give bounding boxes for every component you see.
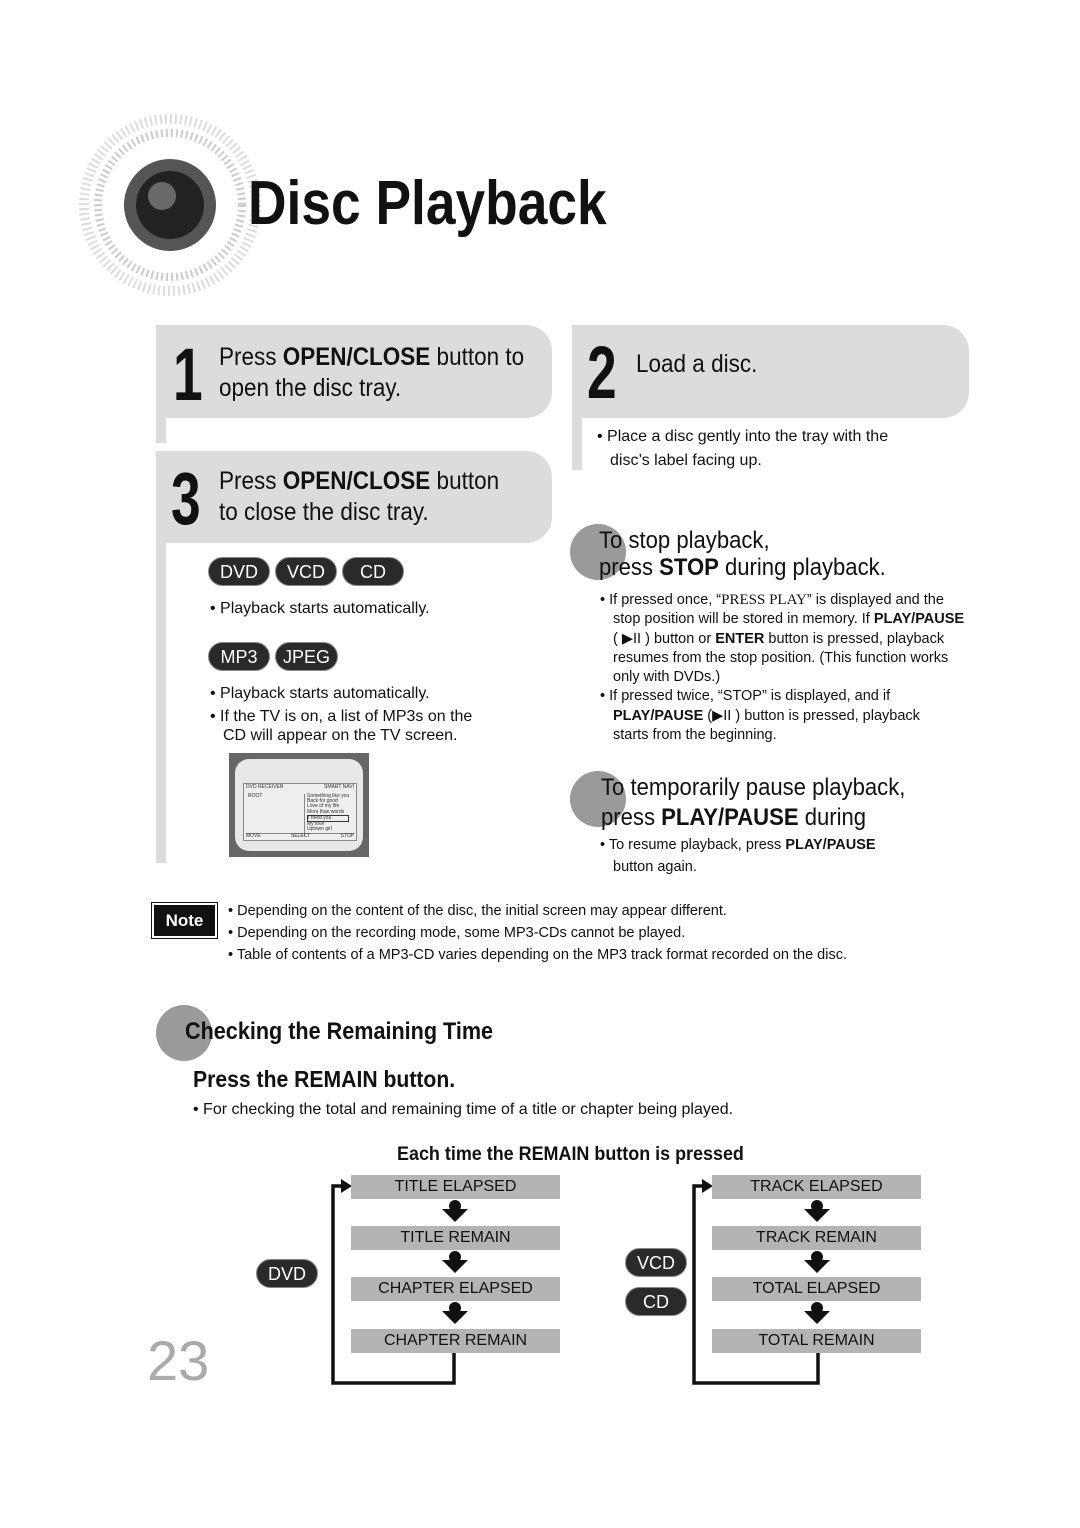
flow-box: TITLE REMAIN xyxy=(351,1226,560,1250)
page-number: 23 xyxy=(147,1329,210,1392)
flow-box: CHAPTER REMAIN xyxy=(351,1329,560,1353)
down-arrow-icon xyxy=(442,1260,468,1273)
down-arrow-icon xyxy=(442,1209,468,1222)
flow-box: CHAPTER ELAPSED xyxy=(351,1277,560,1301)
flow-box: TOTAL REMAIN xyxy=(712,1329,921,1353)
down-arrow-icon xyxy=(804,1311,830,1324)
flow-box: TRACK ELAPSED xyxy=(712,1175,921,1199)
down-arrow-icon xyxy=(804,1260,830,1273)
cd-badge: CD xyxy=(625,1287,687,1316)
flow-box: TRACK REMAIN xyxy=(712,1226,921,1250)
flow-box: TITLE ELAPSED xyxy=(351,1175,560,1199)
flow-box: TOTAL ELAPSED xyxy=(712,1277,921,1301)
dvd-badge: DVD xyxy=(256,1259,318,1288)
vcd-badge: VCD xyxy=(625,1248,687,1277)
down-arrow-icon xyxy=(442,1311,468,1324)
down-arrow-icon xyxy=(804,1209,830,1222)
